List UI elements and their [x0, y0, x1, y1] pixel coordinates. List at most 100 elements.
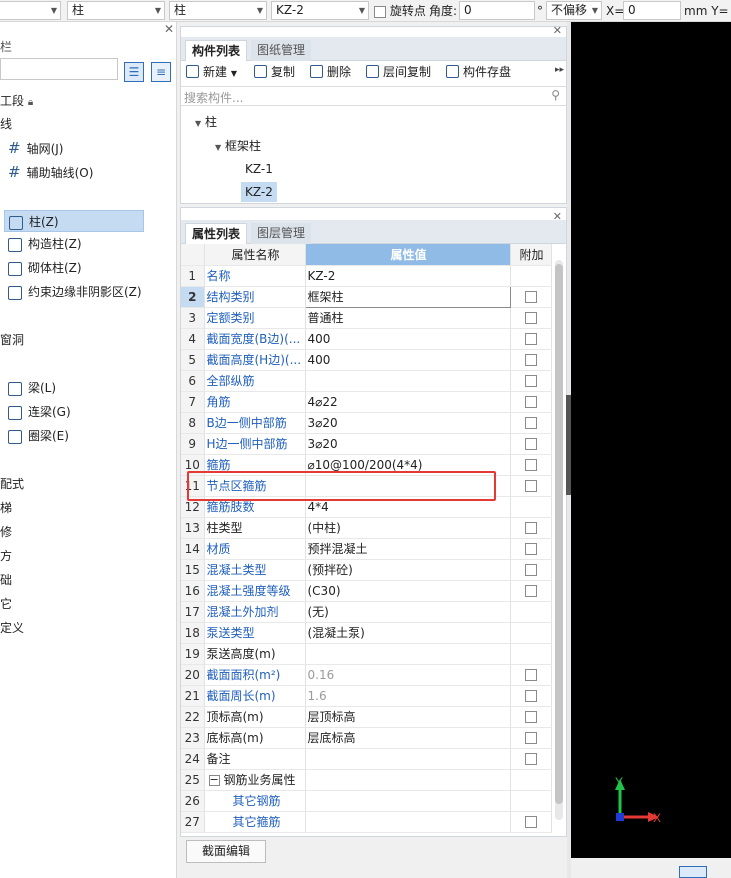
property-value[interactable]: 普通柱 — [305, 307, 511, 329]
table-row[interactable]: 16 混凝土强度等级 (C30) — [181, 580, 552, 602]
table-row[interactable]: 20 截面面积(m²) 0.16 — [181, 664, 552, 686]
table-row[interactable]: 2 结构类别 框架柱 — [181, 285, 552, 308]
extra-cell[interactable] — [510, 475, 552, 497]
property-name[interactable]: 其它钢筋 — [204, 790, 306, 812]
property-value[interactable]: (无) — [305, 601, 511, 623]
property-name[interactable]: 混凝土类型 — [204, 559, 306, 581]
save-component-button[interactable]: 构件存盘 — [446, 62, 511, 82]
nav-section-decoration[interactable]: 修 — [0, 521, 12, 543]
property-name[interactable]: 箍筋 — [204, 454, 306, 476]
table-row[interactable]: 27 其它箍筋 — [181, 811, 552, 833]
property-value[interactable] — [305, 790, 511, 812]
property-value[interactable]: (中柱) — [305, 517, 511, 539]
property-name[interactable]: 定额类别 — [204, 307, 306, 329]
extra-cell[interactable] — [510, 286, 552, 308]
extra-cell[interactable] — [510, 433, 552, 455]
property-value[interactable]: 400 — [305, 328, 511, 350]
nav-item-ring-beam[interactable]: 圈梁(E) — [8, 425, 69, 447]
property-value[interactable]: 框架柱 — [304, 285, 511, 308]
table-row[interactable]: 11 节点区箍筋 — [181, 475, 552, 497]
property-name[interactable]: 混凝土强度等级 — [204, 580, 306, 602]
tab-drawing-manage[interactable]: 图纸管理 — [251, 40, 312, 61]
extra-cell[interactable] — [510, 538, 552, 560]
checkbox-icon[interactable] — [524, 333, 537, 345]
table-row[interactable]: 23 底标高(m) 层底标高 — [181, 727, 552, 749]
copy-button[interactable]: 复制 — [254, 62, 295, 82]
property-name[interactable]: 底标高(m) — [204, 727, 306, 749]
property-value[interactable]: 400 — [305, 349, 511, 371]
view-toggle-icon[interactable] — [679, 866, 707, 878]
scrollbar-thumb[interactable] — [555, 264, 563, 804]
checkbox-icon[interactable] — [524, 459, 537, 471]
property-value[interactable]: 层底标高 — [305, 727, 511, 749]
nav-section-construction[interactable]: 工段 🔒︎ — [0, 90, 33, 112]
table-row[interactable]: 25− 钢筋业务属性 — [181, 769, 552, 791]
property-name[interactable]: 备注 — [204, 748, 306, 770]
checkbox-icon[interactable] — [524, 291, 537, 303]
property-name[interactable]: 箍筋肢数 — [204, 496, 306, 518]
extra-cell[interactable] — [510, 706, 552, 728]
table-row[interactable]: 5 截面高度(H边)(... 400 — [181, 349, 552, 371]
table-row[interactable]: 10 箍筋 ⌀10@100/200(4*4) — [181, 454, 552, 476]
extra-cell[interactable] — [510, 811, 552, 833]
property-name[interactable]: 全部纵筋 — [204, 370, 306, 392]
nav-section-earthwork[interactable]: 方 — [0, 545, 12, 567]
property-value[interactable] — [305, 475, 511, 497]
tree-item-kz2[interactable]: KZ-2 — [241, 182, 277, 202]
property-value[interactable] — [305, 769, 511, 791]
table-row[interactable]: 26 其它钢筋 — [181, 790, 552, 812]
property-name[interactable]: 结构类别 — [204, 286, 306, 308]
table-row[interactable]: 7 角筋 4⌀22 — [181, 391, 552, 413]
section-edit-button[interactable]: 截面编辑 — [186, 840, 266, 863]
property-name[interactable]: 其它箍筋 — [204, 811, 306, 833]
property-name[interactable]: 混凝土外加剂 — [204, 601, 306, 623]
checkbox-icon[interactable] — [524, 438, 537, 450]
offset-dropdown[interactable]: 不偏移 ▼ — [546, 1, 602, 20]
property-value[interactable]: 4⌀22 — [305, 391, 511, 413]
type-dropdown[interactable]: 柱 ▼ — [67, 1, 165, 20]
nav-search-input[interactable] — [0, 58, 118, 80]
checkbox-icon[interactable] — [524, 480, 537, 492]
checkbox-icon[interactable] — [524, 753, 537, 765]
extra-cell[interactable] — [510, 349, 552, 371]
property-value[interactable] — [305, 370, 511, 392]
property-name[interactable]: 截面宽度(B边)(... — [204, 328, 306, 350]
x-input[interactable]: 0 — [623, 1, 681, 20]
extra-cell[interactable] — [510, 454, 552, 476]
checkbox-icon[interactable] — [524, 564, 537, 576]
drawing-canvas[interactable]: Y X — [571, 22, 731, 858]
nav-section-stairs[interactable]: 梯 — [0, 497, 12, 519]
more-icon[interactable]: ▸▸ — [555, 65, 564, 75]
delete-button[interactable]: 删除 — [310, 62, 351, 82]
property-value[interactable]: 4*4 — [305, 496, 511, 518]
table-row[interactable]: 15 混凝土类型 (预拌砼) — [181, 559, 552, 581]
property-value[interactable] — [305, 748, 511, 770]
property-name[interactable]: 材质 — [204, 538, 306, 560]
angle-input[interactable]: 0 — [459, 1, 535, 20]
tree-root[interactable]: ▼ 柱 — [195, 112, 217, 134]
property-value[interactable]: 0.16 — [305, 664, 511, 686]
extra-cell[interactable] — [510, 370, 552, 392]
table-row[interactable]: 14 材质 预拌混凝土 — [181, 538, 552, 560]
extra-cell[interactable] — [510, 307, 552, 329]
property-name[interactable]: 截面周长(m) — [204, 685, 306, 707]
property-name[interactable]: 截面面积(m²) — [204, 664, 306, 686]
table-row[interactable]: 22 顶标高(m) 层顶标高 — [181, 706, 552, 728]
checkbox-icon[interactable] — [524, 732, 537, 744]
table-row[interactable]: 9 H边一侧中部筋 3⌀20 — [181, 433, 552, 455]
property-value[interactable]: 3⌀20 — [305, 412, 511, 434]
close-icon[interactable]: ✕ — [553, 24, 562, 37]
nav-item-masonry-column[interactable]: 砌体柱(Z) — [8, 257, 82, 279]
checkbox-icon[interactable] — [524, 585, 537, 597]
nav-item-beam[interactable]: 梁(L) — [8, 377, 56, 399]
checkbox-icon[interactable] — [524, 543, 537, 555]
table-row[interactable]: 24 备注 — [181, 748, 552, 770]
property-name[interactable]: 角筋 — [204, 391, 306, 413]
nav-item-aux-grid[interactable]: # 辅助轴线(O) — [8, 161, 93, 183]
floor-copy-button[interactable]: 层间复制 — [366, 62, 431, 82]
property-name[interactable]: 泵送高度(m) — [204, 643, 306, 665]
tree-item-kz1[interactable]: KZ-1 — [245, 159, 273, 179]
checkbox-icon[interactable] — [524, 522, 537, 534]
component-dropdown[interactable]: KZ-2 ▼ — [271, 1, 369, 20]
extra-cell[interactable] — [510, 727, 552, 749]
